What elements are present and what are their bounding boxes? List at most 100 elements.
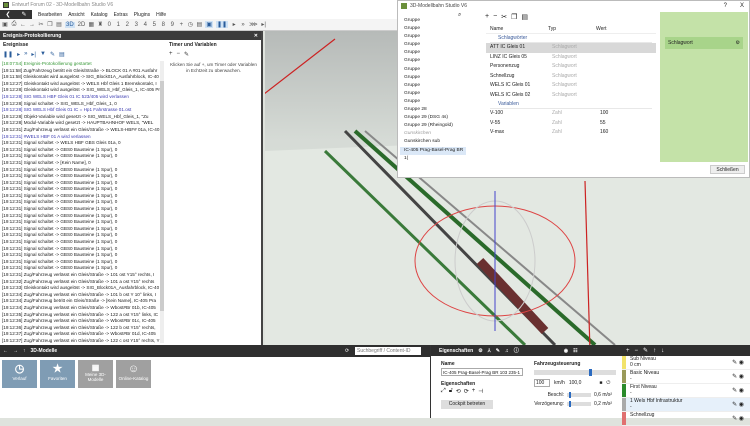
layer-item[interactable]: First Niveau - ✎ ◉ (622, 384, 750, 398)
tree-item[interactable]: Gruppe (400, 25, 466, 33)
tree-item[interactable]: Gruppe (400, 66, 466, 74)
train-icon[interactable]: ♜ (97, 21, 103, 28)
visibility-icon[interactable]: ✎ ◉ (732, 373, 744, 380)
table-row[interactable]: V-55 Zahl 55 (486, 119, 656, 129)
accel-slider[interactable] (567, 392, 591, 398)
grid-icon[interactable]: ▦ (88, 21, 95, 28)
refresh-icon[interactable]: ⟳ (345, 348, 349, 354)
fast-forward-icon[interactable]: » (240, 22, 246, 28)
table-row[interactable]: ATT IC Gleis 01 Schlagwort (486, 43, 656, 53)
layer-item[interactable]: Schnellzug ✎ ◉ (622, 412, 750, 426)
close-icon[interactable]: ✕ (254, 33, 258, 39)
tree-item[interactable]: Gruppe (400, 90, 466, 98)
step-icon[interactable]: ▸| (31, 51, 36, 58)
decel-slider[interactable] (567, 401, 591, 407)
decouple-icon[interactable]: ⊣ (478, 388, 483, 395)
music-icon[interactable]: ♫ (505, 348, 509, 354)
tree-item[interactable]: Gruppe (400, 74, 466, 82)
back-icon[interactable]: ❮ (5, 11, 10, 18)
gear-icon[interactable]: ⚙ (736, 40, 740, 46)
scale-icon[interactable]: ⤢ (441, 388, 446, 395)
play-icon[interactable]: ▸ (17, 51, 20, 58)
axes-icon[interactable]: ⅄ (488, 348, 491, 354)
speed-input[interactable]: 100 (534, 379, 550, 387)
remove-icon[interactable]: − (493, 13, 497, 21)
stop-icon[interactable]: ■ (599, 380, 602, 386)
edit-icon[interactable]: ✎ (184, 51, 189, 58)
tree-item[interactable]: Gruppe 29 (DSG 4s) (400, 114, 466, 122)
tree-item[interactable]: Gruppe (400, 82, 466, 90)
copy-icon[interactable]: ❐ (511, 13, 517, 21)
move-down-icon[interactable]: ↓ (661, 348, 664, 354)
power-icon[interactable]: ⏻ (606, 380, 610, 386)
info-icon[interactable]: ⓘ (514, 347, 519, 354)
tile-online-katalog[interactable]: ☺ Online-Katalog (116, 360, 151, 388)
pause-icon[interactable]: ❚❚ (3, 51, 13, 58)
edit-icon[interactable]: ✎ (50, 51, 55, 58)
camera-4[interactable]: 4 (142, 22, 148, 28)
table-row[interactable]: V-max Zahl 160 (486, 128, 656, 138)
paste-icon[interactable]: ▤ (56, 21, 62, 28)
tile-favoriten[interactable]: ★ Favoriten (40, 360, 75, 388)
table-row[interactable]: WELS IC Gleis 02 Schlagwort (486, 91, 656, 101)
name-input[interactable]: IC-405 Prag-Basel-Prag BR 103 235-1 (441, 368, 523, 376)
event-log-list[interactable]: [18:07:54] Ereignis-Protokollierung gest… (2, 61, 160, 343)
tree-item[interactable]: Gruppe 29 (Rheingold) (400, 122, 466, 130)
fast-forward-icon[interactable]: » (24, 51, 27, 58)
add-icon[interactable]: + (485, 13, 489, 21)
tree-item[interactable]: Gruppe (400, 98, 466, 106)
menu-plugins[interactable]: Plugins (134, 12, 150, 18)
cut-icon[interactable]: ✂ (38, 21, 44, 28)
camera-2[interactable]: 2 (124, 22, 130, 28)
tree-item[interactable]: Gruppe 28 (400, 106, 466, 114)
table-row[interactable]: V-100 Zahl 100 (486, 109, 656, 119)
view-3d-button[interactable]: 3D (65, 21, 75, 28)
menu-katalog[interactable]: Katalog (91, 12, 108, 18)
close-dialog-button[interactable]: Schließen (710, 165, 745, 174)
visibility-icon[interactable]: ✎ ◉ (732, 415, 744, 422)
search-input[interactable]: Suchbegriff / Content-ID (355, 347, 421, 355)
tree-item[interactable]: Gruppe (400, 49, 466, 57)
tree-item[interactable]: Gruppe (400, 41, 466, 49)
add-camera-icon[interactable]: + (178, 22, 184, 28)
undo-icon[interactable]: ← (20, 22, 26, 28)
visibility-icon[interactable]: ✎ ◉ (732, 387, 744, 394)
tree-item[interactable]: Gunskirchen (400, 130, 466, 138)
edit-icon[interactable]: ✎ (643, 347, 648, 354)
event-log-icon[interactable]: ▤ (196, 21, 203, 28)
table-row[interactable]: Personenzug Schlagwort (486, 62, 656, 72)
tree-item[interactable]: Gruppe (400, 17, 466, 25)
couple-icon[interactable]: + (472, 388, 476, 395)
tree-item[interactable]: IC-405 Prag-Basel-Prag BR 1( (400, 146, 466, 161)
add-icon[interactable]: + (626, 348, 630, 354)
tree-item[interactable]: Gruppe (400, 57, 466, 65)
rotate-icon[interactable]: ⟲ (456, 388, 461, 395)
tree-item[interactable]: Gunskirchen sub (400, 138, 466, 146)
visibility-icon[interactable]: ✎ ◉ (732, 401, 744, 408)
remove-icon[interactable]: − (177, 51, 181, 58)
menu-bearbeiten[interactable]: Bearbeiten (38, 12, 62, 18)
print-icon[interactable]: ⎙ (11, 21, 17, 28)
pause-icon[interactable]: ❚❚ (216, 21, 229, 28)
layer-item[interactable]: Sub Niveau 0 cm ✎ ◉ (622, 356, 750, 370)
keyword-item[interactable]: Schlagwort ⚙ (665, 37, 743, 49)
menu-hilfe[interactable]: Hilfe (156, 12, 166, 18)
table-row[interactable]: Schnellzug Schlagwort (486, 72, 656, 82)
edit-icon[interactable]: ✎ (21, 11, 26, 18)
menu-ansicht[interactable]: Ansicht (68, 12, 84, 18)
eye-icon[interactable]: ◉ (564, 348, 568, 354)
tree-item[interactable]: Gruppe (400, 33, 466, 41)
layer-item[interactable]: 1 Wels Hbf Infrastruktur - ✎ ◉ (622, 398, 750, 412)
throttle-slider[interactable] (534, 369, 616, 376)
back-icon[interactable]: ← (3, 348, 8, 354)
variables-icon[interactable]: ▣ (205, 21, 214, 28)
move-up-icon[interactable]: ↑ (653, 348, 656, 354)
cockpit-button[interactable]: Cockpit betreten (441, 400, 493, 409)
help-button[interactable]: ? (724, 3, 727, 9)
forward-icon[interactable]: → (13, 348, 18, 354)
play-icon[interactable]: ▸ (231, 21, 237, 28)
menu-extras[interactable]: Extras (114, 12, 128, 18)
save-icon[interactable]: ▣ (2, 21, 8, 28)
camera-8[interactable]: 8 (160, 22, 166, 28)
clear-log-icon[interactable]: ▤ (59, 51, 65, 58)
